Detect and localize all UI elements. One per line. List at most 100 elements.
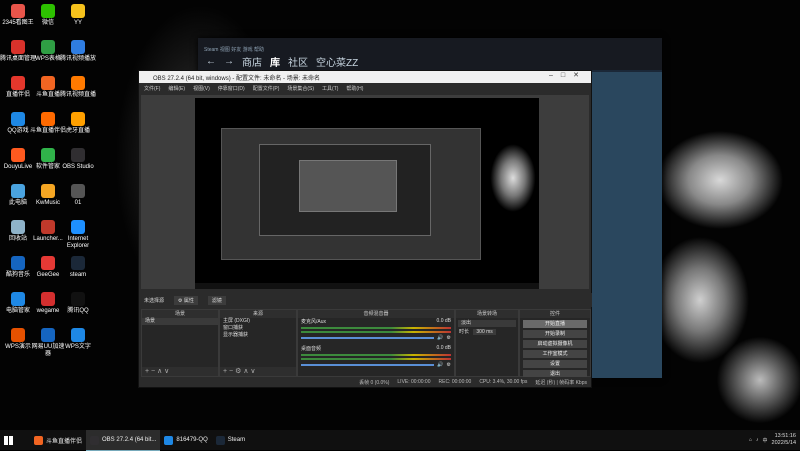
audio-mixer-dock: 音频混音器 麦克风/Aux 0.0 dB 🔊 ⚙ 桌面音频 0.0 dB 🔊 ⚙ bbox=[297, 309, 455, 377]
desktop-icon[interactable]: 腾讯视频直播 bbox=[60, 76, 96, 99]
back-arrow-icon[interactable]: ← bbox=[206, 56, 216, 67]
app-icon bbox=[41, 76, 55, 90]
scenes-header: 场景 bbox=[142, 310, 218, 318]
transition-select[interactable]: 淡出 bbox=[458, 320, 516, 327]
start-button[interactable] bbox=[0, 430, 22, 450]
up-icon[interactable]: ∧ bbox=[157, 368, 162, 375]
app-icon bbox=[41, 292, 55, 306]
steam-nav: ← → 商店 库 社区 空心菜ZZ bbox=[198, 52, 662, 70]
forward-arrow-icon[interactable]: → bbox=[224, 56, 234, 67]
app-icon bbox=[41, 4, 55, 18]
desktop-icon[interactable]: WPS文字 bbox=[60, 328, 96, 351]
gear-icon[interactable]: ⚙ bbox=[447, 362, 451, 368]
taskbar-apps: 斗鱼直播伴侣 OBS 27.2.4 (64 bit... 816479-QQ Stea… bbox=[30, 430, 249, 451]
menu-item[interactable]: 文件(F) bbox=[144, 85, 160, 92]
desktop-icon[interactable]: 腾讯视频播放 bbox=[60, 40, 96, 63]
properties-button[interactable]: ⚙ 属性 bbox=[174, 295, 198, 305]
obs-menubar: 文件(F) 编辑(E) 视图(V) 停靠窗口(D) 配置文件(P) 场景集合(S) 工具(T… bbox=[139, 83, 591, 94]
app-icon bbox=[71, 328, 85, 342]
scene-item[interactable]: 场景 bbox=[142, 318, 218, 325]
rec-timer: REC: 00:00:00 bbox=[438, 379, 472, 385]
preview-canvas[interactable] bbox=[195, 98, 539, 289]
obs-preview[interactable] bbox=[141, 95, 589, 289]
filters-button[interactable]: 滤镜 bbox=[207, 295, 226, 305]
sources-footer: + − ⚙ ∧ ∨ bbox=[220, 367, 296, 376]
down-icon[interactable]: ∨ bbox=[164, 368, 169, 375]
gear-icon[interactable]: ⚙ bbox=[235, 368, 241, 375]
gear-icon[interactable]: ⚙ bbox=[447, 335, 451, 341]
taskbar-item[interactable]: 816479-QQ bbox=[160, 430, 211, 450]
obs-titlebar[interactable]: OBS 27.2.4 (64 bit, windows) - 配置文件: 未命名… bbox=[139, 71, 591, 83]
taskbar: 斗鱼直播伴侣 OBS 27.2.4 (64 bit... 816479-QQ Stea… bbox=[0, 430, 800, 451]
app-icon bbox=[11, 148, 25, 162]
desktop-icon[interactable]: YY bbox=[60, 4, 96, 27]
add-icon[interactable]: + bbox=[145, 368, 149, 375]
studio-mode-button[interactable]: 工作室模式 bbox=[523, 350, 587, 358]
add-icon[interactable]: + bbox=[223, 368, 227, 375]
desktop-icon[interactable]: OBS Studio bbox=[60, 148, 96, 171]
steam-nav-community[interactable]: 社区 bbox=[288, 54, 308, 69]
settings-button[interactable]: 设置 bbox=[523, 360, 587, 368]
down-icon[interactable]: ∨ bbox=[250, 368, 255, 375]
menu-item[interactable]: 帮助(H) bbox=[346, 85, 363, 92]
menu-item[interactable]: 配置文件(P) bbox=[253, 85, 280, 92]
network-icon[interactable]: ⌂ bbox=[749, 437, 752, 443]
up-icon[interactable]: ∧ bbox=[243, 368, 248, 375]
desktop-icon-label: WPS文字 bbox=[65, 344, 91, 350]
mixer-header: 音频混音器 bbox=[298, 310, 454, 318]
source-item[interactable]: 主屏 (DXGI) bbox=[220, 318, 296, 325]
clock[interactable]: 13:51:16 2022/5/14 bbox=[772, 433, 796, 447]
cpu-usage: CPU: 3.4%, 30.00 fps bbox=[479, 379, 528, 385]
desktop-icon[interactable]: 01 bbox=[60, 184, 96, 207]
menu-item[interactable]: 视图(V) bbox=[193, 85, 210, 92]
app-icon bbox=[164, 435, 174, 445]
taskbar-item[interactable]: OBS 27.2.4 (64 bit... bbox=[86, 430, 161, 451]
channel-db: 0.0 dB bbox=[436, 345, 451, 351]
menu-item[interactable]: 工具(T) bbox=[322, 85, 338, 92]
menu-item[interactable]: 停靠窗口(D) bbox=[218, 85, 245, 92]
steam-nav-store[interactable]: 商店 bbox=[242, 54, 262, 69]
start-recording-button[interactable]: 开始录制 bbox=[523, 330, 587, 338]
taskbar-item-label: OBS 27.2.4 (64 bit... bbox=[102, 437, 157, 443]
mixer-channel: 桌面音频 0.0 dB 🔊 ⚙ bbox=[298, 345, 454, 372]
virtual-camera-button[interactable]: 启动虚拟摄像机 bbox=[523, 340, 587, 348]
desktop-icon[interactable]: Internet Explorer bbox=[60, 220, 96, 250]
volume-slider[interactable] bbox=[301, 364, 435, 366]
steam-nav-library[interactable]: 库 bbox=[270, 54, 280, 69]
app-icon bbox=[34, 435, 43, 445]
menu-item[interactable]: 编辑(E) bbox=[168, 85, 185, 92]
duration-input[interactable]: 300 ms bbox=[473, 329, 496, 335]
source-item[interactable]: 窗口捕获 bbox=[220, 325, 296, 332]
menu-item[interactable]: 场景集合(S) bbox=[287, 85, 314, 92]
steam-titlebar[interactable]: Steam 视图 好友 游戏 帮助 bbox=[198, 38, 662, 53]
steam-titlebar-text: Steam 视图 好友 游戏 帮助 bbox=[204, 47, 265, 53]
speaker-icon[interactable]: 🔊 bbox=[437, 362, 443, 368]
app-icon bbox=[71, 220, 85, 234]
taskbar-item[interactable]: 斗鱼直播伴侣 bbox=[30, 430, 86, 450]
start-streaming-button[interactable]: 开始直播 bbox=[523, 320, 587, 328]
app-icon bbox=[41, 256, 55, 270]
volume-slider[interactable] bbox=[301, 337, 435, 339]
remove-icon[interactable]: − bbox=[151, 368, 155, 375]
input-language[interactable]: 中 bbox=[763, 437, 768, 444]
steam-nav-username[interactable]: 空心菜ZZ bbox=[316, 54, 358, 69]
desktop-icon[interactable]: 虎牙直播 bbox=[60, 112, 96, 135]
app-icon bbox=[71, 40, 85, 54]
app-icon bbox=[11, 328, 25, 342]
scenes-dock: 场景 场景 + − ∧ ∨ bbox=[141, 309, 219, 377]
remove-icon[interactable]: − bbox=[229, 368, 233, 375]
volume-icon[interactable]: ♪ bbox=[756, 437, 759, 443]
clock-time: 13:51:16 bbox=[774, 433, 796, 439]
obs-statusbar: 丢帧 0 (0.0%) LIVE: 00:00:00 REC: 00:00:00… bbox=[139, 377, 591, 387]
source-item[interactable]: 显示器捕获 bbox=[220, 332, 296, 339]
taskbar-item[interactable]: Steam bbox=[212, 430, 249, 450]
app-icon bbox=[71, 148, 85, 162]
desktop-icon[interactable]: steam bbox=[60, 256, 96, 279]
obs-window[interactable]: OBS 27.2.4 (64 bit, windows) - 配置文件: 未命名… bbox=[138, 70, 592, 388]
window-controls-icon[interactable]: –□✕ bbox=[549, 71, 587, 79]
desktop-icon[interactable]: 腾讯QQ bbox=[60, 292, 96, 315]
volume-meter bbox=[301, 358, 451, 360]
speaker-icon[interactable]: 🔊 bbox=[437, 335, 443, 341]
app-icon bbox=[41, 184, 55, 198]
app-icon bbox=[41, 220, 55, 234]
